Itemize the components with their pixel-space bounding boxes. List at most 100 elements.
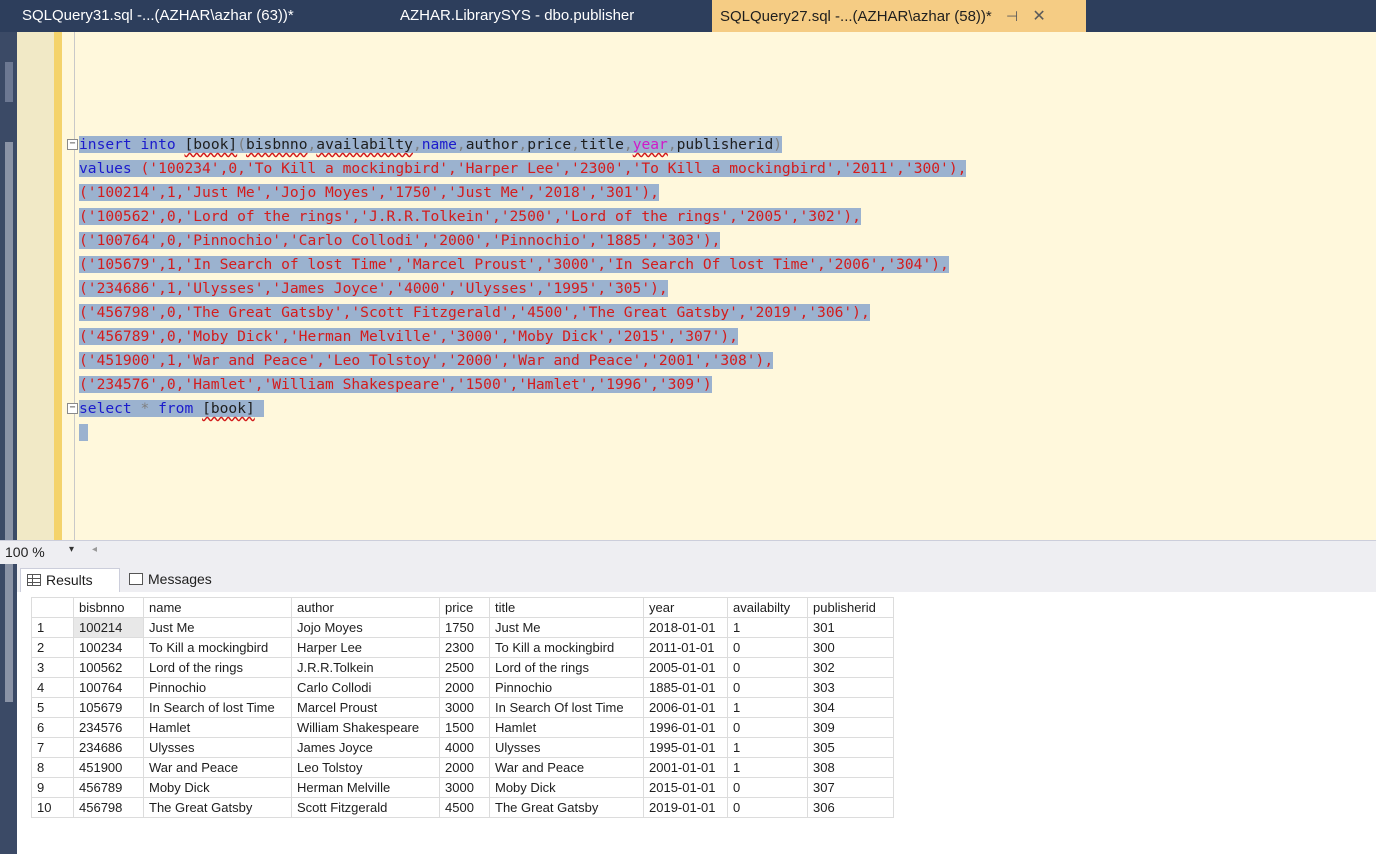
column-header[interactable]: bisbnno <box>73 597 144 618</box>
side-panel-scroll[interactable] <box>5 142 13 702</box>
table-row[interactable]: 4 100764 Pinnochio Carlo Collodi 2000 Pinnoch… <box>31 677 894 698</box>
table-cell[interactable]: 1750 <box>439 617 490 638</box>
table-cell[interactable]: 2018-01-01 <box>643 617 728 638</box>
tab-results[interactable]: Results <box>20 568 120 592</box>
table-cell[interactable]: Scott Fitzgerald <box>291 797 440 818</box>
table-cell[interactable]: War and Peace <box>143 757 292 778</box>
row-number-cell[interactable]: 10 <box>31 797 74 818</box>
side-panel-handle[interactable] <box>5 62 13 102</box>
row-number-cell[interactable]: 3 <box>31 657 74 678</box>
table-cell[interactable]: Pinnochio <box>489 677 644 698</box>
table-cell[interactable]: 3000 <box>439 697 490 718</box>
table-cell[interactable]: 2001-01-01 <box>643 757 728 778</box>
table-cell[interactable]: Moby Dick <box>489 777 644 798</box>
table-cell[interactable]: Moby Dick <box>143 777 292 798</box>
table-row[interactable]: 7 234686 Ulysses James Joyce 4000 Ulysses 1995… <box>31 737 894 758</box>
table-cell[interactable]: Hamlet <box>143 717 292 738</box>
table-cell[interactable]: 234576 <box>73 717 144 738</box>
table-cell[interactable]: 308 <box>807 757 894 778</box>
tab-messages[interactable]: Messages <box>123 568 227 592</box>
table-cell[interactable]: Ulysses <box>143 737 292 758</box>
table-cell[interactable]: Hamlet <box>489 717 644 738</box>
column-header[interactable]: name <box>143 597 292 618</box>
collapse-icon[interactable]: − <box>67 139 78 150</box>
table-cell[interactable]: 0 <box>727 657 808 678</box>
zoom-level[interactable]: 100 % <box>5 544 45 560</box>
table-cell[interactable]: The Great Gatsby <box>489 797 644 818</box>
table-cell[interactable]: 2006-01-01 <box>643 697 728 718</box>
table-row[interactable]: 8 451900 War and Peace Leo Tolstoy 2000 War a… <box>31 757 894 778</box>
pin-icon[interactable]: ⊣ <box>1006 0 1018 32</box>
table-row[interactable]: 6 234576 Hamlet William Shakespeare 1500 Haml… <box>31 717 894 738</box>
table-cell[interactable]: The Great Gatsby <box>143 797 292 818</box>
table-cell[interactable]: To Kill a mockingbird <box>489 637 644 658</box>
table-cell[interactable]: Pinnochio <box>143 677 292 698</box>
table-cell[interactable]: 1 <box>727 737 808 758</box>
tab-publisher-table[interactable]: AZHAR.LibrarySYS - dbo.publisher <box>392 0 634 32</box>
table-cell[interactable]: 0 <box>727 777 808 798</box>
table-row[interactable]: 1 100214 Just Me Jojo Moyes 1750 Just Me 2018-… <box>31 617 894 638</box>
table-cell[interactable]: 1996-01-01 <box>643 717 728 738</box>
table-row[interactable]: 3 100562 Lord of the rings J.R.R.Tolkein 250… <box>31 657 894 678</box>
table-cell[interactable]: 2500 <box>439 657 490 678</box>
table-cell[interactable]: 100214 <box>73 617 144 638</box>
table-cell[interactable]: 0 <box>727 637 808 658</box>
table-cell[interactable]: J.R.R.Tolkein <box>291 657 440 678</box>
row-number-cell[interactable]: 4 <box>31 677 74 698</box>
table-row[interactable]: 2 100234 To Kill a mockingbird Harper Lee 23… <box>31 637 894 658</box>
table-cell[interactable]: 3000 <box>439 777 490 798</box>
table-cell[interactable]: In Search Of lost Time <box>489 697 644 718</box>
table-cell[interactable]: 100764 <box>73 677 144 698</box>
scroll-left-icon[interactable]: ◂ <box>92 544 97 555</box>
table-cell[interactable]: 1885-01-01 <box>643 677 728 698</box>
tab-sqlquery31[interactable]: SQLQuery31.sql -...(AZHAR\azhar (63))* <box>14 0 294 32</box>
table-cell[interactable]: 306 <box>807 797 894 818</box>
table-cell[interactable]: Lord of the rings <box>489 657 644 678</box>
table-cell[interactable]: 1 <box>727 697 808 718</box>
table-cell[interactable]: Carlo Collodi <box>291 677 440 698</box>
table-cell[interactable]: 0 <box>727 797 808 818</box>
row-number-cell[interactable]: 1 <box>31 617 74 638</box>
table-cell[interactable]: 1995-01-01 <box>643 737 728 758</box>
table-cell[interactable]: 305 <box>807 737 894 758</box>
table-cell[interactable]: 1500 <box>439 717 490 738</box>
table-cell[interactable]: 2005-01-01 <box>643 657 728 678</box>
row-number-header[interactable] <box>31 597 74 618</box>
table-cell[interactable]: 0 <box>727 677 808 698</box>
table-row[interactable]: 9 456789 Moby Dick Herman Melville 3000 Moby … <box>31 777 894 798</box>
table-cell[interactable]: 4000 <box>439 737 490 758</box>
table-cell[interactable]: 2300 <box>439 637 490 658</box>
column-header[interactable]: year <box>643 597 728 618</box>
table-cell[interactable]: 2015-01-01 <box>643 777 728 798</box>
table-cell[interactable]: 2011-01-01 <box>643 637 728 658</box>
table-cell[interactable]: Ulysses <box>489 737 644 758</box>
table-cell[interactable]: 456798 <box>73 797 144 818</box>
table-cell[interactable]: 234686 <box>73 737 144 758</box>
query-editor[interactable]: − − insert into [book](bisbnno,availabil… <box>17 32 1376 540</box>
row-number-cell[interactable]: 8 <box>31 757 74 778</box>
column-header[interactable]: availabilty <box>727 597 808 618</box>
table-cell[interactable]: 1 <box>727 617 808 638</box>
table-cell[interactable]: 1 <box>727 757 808 778</box>
table-cell[interactable]: Just Me <box>143 617 292 638</box>
table-cell[interactable]: William Shakespeare <box>291 717 440 738</box>
row-number-cell[interactable]: 9 <box>31 777 74 798</box>
table-cell[interactable]: Marcel Proust <box>291 697 440 718</box>
close-icon[interactable]: ✕ <box>1032 1 1045 33</box>
table-row[interactable]: 10 456798 The Great Gatsby Scott Fitzgerald… <box>31 797 894 818</box>
row-number-cell[interactable]: 2 <box>31 637 74 658</box>
table-cell[interactable]: To Kill a mockingbird <box>143 637 292 658</box>
table-cell[interactable]: 100562 <box>73 657 144 678</box>
collapse-icon[interactable]: − <box>67 403 78 414</box>
table-cell[interactable]: 100234 <box>73 637 144 658</box>
table-cell[interactable]: 4500 <box>439 797 490 818</box>
tab-sqlquery27[interactable]: SQLQuery27.sql -...(AZHAR\azhar (58))* ⊣… <box>712 0 1086 32</box>
table-cell[interactable]: 300 <box>807 637 894 658</box>
table-cell[interactable]: Lord of the rings <box>143 657 292 678</box>
column-header[interactable]: price <box>439 597 490 618</box>
row-number-cell[interactable]: 5 <box>31 697 74 718</box>
table-cell[interactable]: 303 <box>807 677 894 698</box>
table-cell[interactable]: Jojo Moyes <box>291 617 440 638</box>
table-cell[interactable]: Harper Lee <box>291 637 440 658</box>
table-cell[interactable]: 456789 <box>73 777 144 798</box>
